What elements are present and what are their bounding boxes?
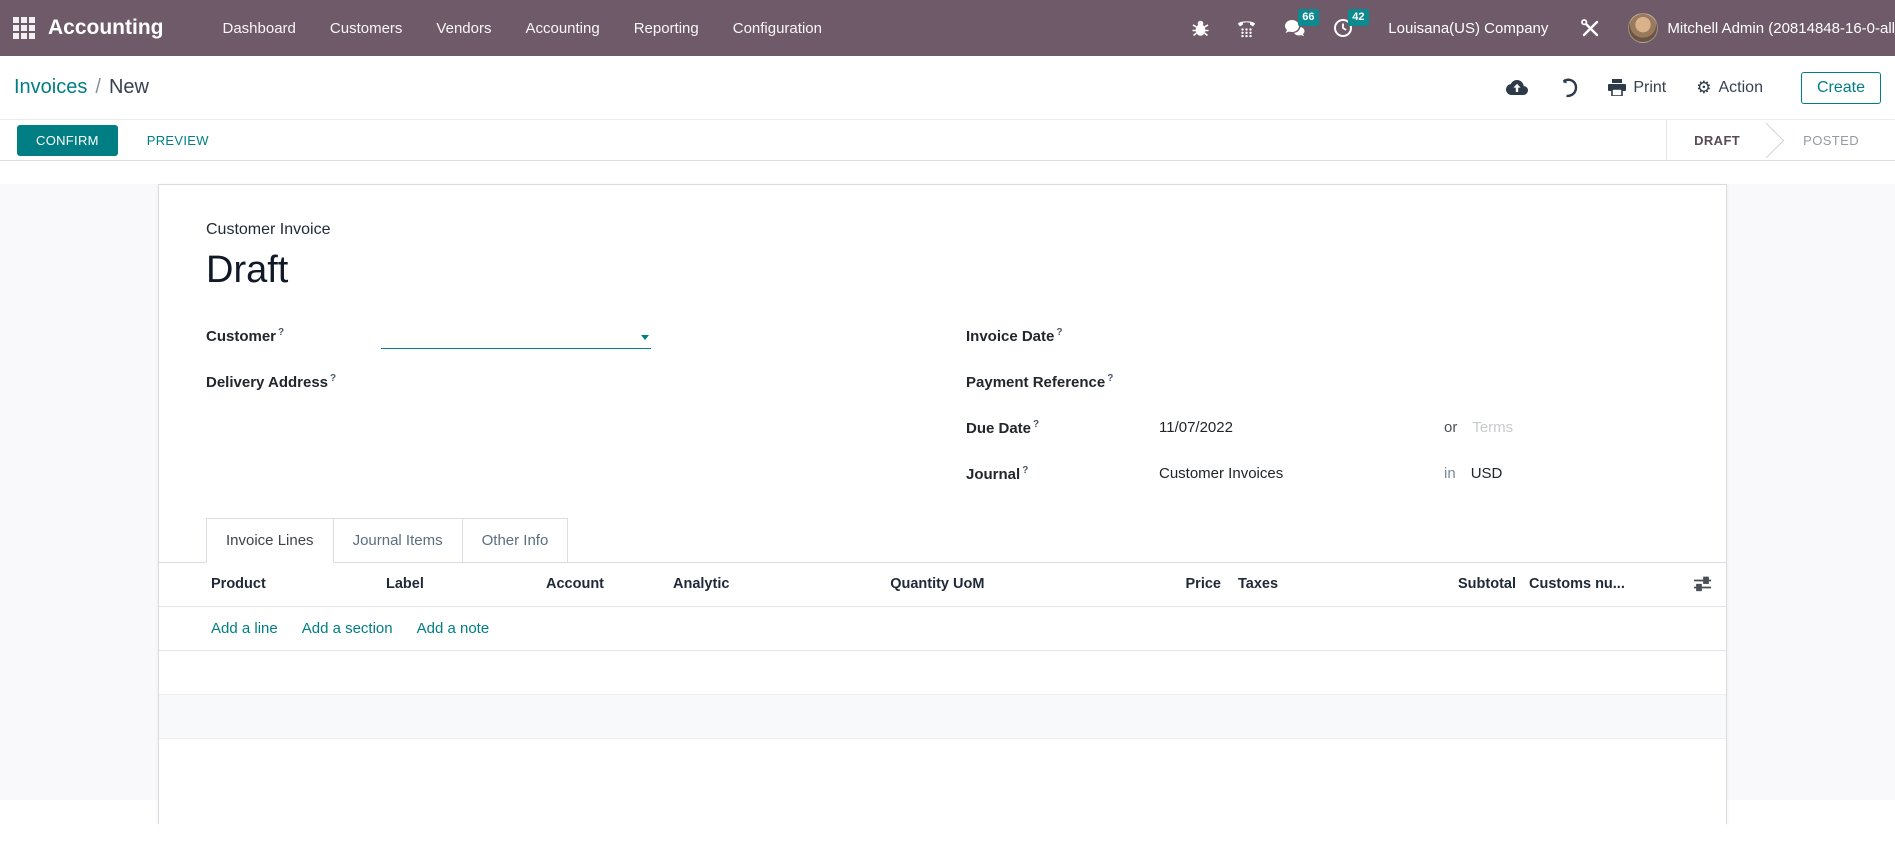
menu-customers[interactable]: Customers xyxy=(313,0,420,56)
top-navbar: Accounting Dashboard Customers Vendors A… xyxy=(0,0,1895,56)
app-name[interactable]: Accounting xyxy=(48,16,164,40)
control-panel-actions: Print ⚙ Action Create xyxy=(1476,72,1881,104)
customer-input[interactable] xyxy=(381,327,651,349)
due-date-label: Due Date? xyxy=(966,419,1159,437)
voip-phone-icon[interactable] xyxy=(1223,0,1270,56)
user-menu[interactable]: Mitchell Admin (20814848-16-0-all xyxy=(1667,20,1895,37)
in-text: in xyxy=(1444,465,1456,482)
discard-undo-icon[interactable] xyxy=(1558,78,1578,98)
col-product[interactable]: Product xyxy=(159,576,386,592)
breadcrumb-separator: / xyxy=(95,76,101,99)
optional-columns-sliders-icon[interactable] xyxy=(1679,576,1726,592)
breadcrumb-current: New xyxy=(109,76,149,99)
notebook-tabs: Invoice Lines Journal Items Other Info xyxy=(159,518,1726,563)
activities-count-badge[interactable]: 42 xyxy=(1348,9,1368,26)
apps-grid-icon[interactable] xyxy=(13,17,35,39)
navbar-systray: 66 42 Louisana(US) Company Mitchell Admi… xyxy=(1178,0,1895,56)
col-quantity[interactable]: Quantity xyxy=(843,576,949,592)
currency-value[interactable]: USD xyxy=(1471,465,1503,482)
messages-icon[interactable]: 66 xyxy=(1270,0,1320,56)
breadcrumb: Invoices / New xyxy=(14,76,149,99)
menu-vendors[interactable]: Vendors xyxy=(419,0,508,56)
control-panel: Invoices / New Print ⚙ Actio xyxy=(0,56,1895,119)
help-marker: ? xyxy=(278,327,284,338)
empty-line-row xyxy=(159,695,1726,739)
menu-accounting[interactable]: Accounting xyxy=(508,0,616,56)
statusbar: CONFIRM PREVIEW DRAFT POSTED xyxy=(0,119,1895,161)
tab-journal-items[interactable]: Journal Items xyxy=(333,518,463,562)
lines-table-header: Product Label Account Analytic Quantity … xyxy=(159,563,1726,607)
terms-placeholder[interactable]: Terms xyxy=(1472,419,1513,436)
invoice-date-label: Invoice Date? xyxy=(966,327,1159,345)
gear-icon: ⚙ xyxy=(1696,79,1711,96)
col-uom[interactable]: UoM xyxy=(949,576,1039,592)
preview-button[interactable]: PREVIEW xyxy=(137,125,219,156)
col-subtotal[interactable]: Subtotal xyxy=(1359,576,1516,592)
help-marker: ? xyxy=(330,373,336,384)
menu-configuration[interactable]: Configuration xyxy=(716,0,839,56)
menu-dashboard[interactable]: Dashboard xyxy=(206,0,313,56)
document-type-label: Customer Invoice xyxy=(206,221,1726,239)
print-button[interactable]: Print xyxy=(1608,79,1666,97)
dropdown-caret-icon[interactable] xyxy=(641,335,649,344)
col-customs-number[interactable]: Customs nu... xyxy=(1516,576,1679,592)
add-a-note-link[interactable]: Add a note xyxy=(417,620,490,637)
col-analytic[interactable]: Analytic xyxy=(673,576,843,592)
or-text: or xyxy=(1444,419,1457,436)
add-a-section-link[interactable]: Add a section xyxy=(302,620,393,637)
payment-reference-label: Payment Reference? xyxy=(966,373,1159,391)
activities-clock-icon[interactable]: 42 xyxy=(1320,0,1366,56)
col-taxes[interactable]: Taxes xyxy=(1221,576,1359,592)
tab-other-info[interactable]: Other Info xyxy=(462,518,569,562)
delivery-address-label: Delivery Address? xyxy=(206,373,381,391)
printer-icon xyxy=(1608,79,1626,96)
help-marker: ? xyxy=(1022,465,1028,476)
menu-reporting[interactable]: Reporting xyxy=(617,0,716,56)
field-groups: Customer? Delivery Address? Invoice Date… xyxy=(159,327,1726,511)
col-price[interactable]: Price xyxy=(1039,576,1221,592)
create-button[interactable]: Create xyxy=(1801,72,1881,104)
add-a-line-link[interactable]: Add a line xyxy=(211,620,278,637)
bug-icon[interactable] xyxy=(1178,0,1223,56)
help-marker: ? xyxy=(1056,327,1062,338)
customer-label: Customer? xyxy=(206,327,381,345)
form-view: Customer Invoice Draft Customer? Deliver… xyxy=(0,184,1895,800)
tab-invoice-lines[interactable]: Invoice Lines xyxy=(206,518,334,563)
state-step-draft[interactable]: DRAFT xyxy=(1667,120,1767,160)
help-marker: ? xyxy=(1107,373,1113,384)
messages-count-badge[interactable]: 66 xyxy=(1298,9,1318,26)
avatar[interactable] xyxy=(1628,13,1658,43)
confirm-button[interactable]: CONFIRM xyxy=(17,125,118,156)
action-button[interactable]: ⚙ Action xyxy=(1696,79,1763,97)
col-label[interactable]: Label xyxy=(386,576,546,592)
state-step-posted[interactable]: POSTED xyxy=(1767,120,1886,160)
save-cloud-upload-icon[interactable] xyxy=(1506,79,1528,97)
print-label: Print xyxy=(1633,79,1666,97)
state-steps: DRAFT POSTED xyxy=(1666,120,1886,160)
help-marker: ? xyxy=(1033,419,1039,430)
col-account[interactable]: Account xyxy=(546,576,673,592)
due-date-value[interactable]: 11/07/2022 xyxy=(1159,419,1444,436)
invoice-sheet: Customer Invoice Draft Customer? Deliver… xyxy=(158,184,1727,824)
journal-label: Journal? xyxy=(966,465,1159,483)
breadcrumb-invoices-link[interactable]: Invoices xyxy=(14,76,87,99)
empty-line-row xyxy=(159,651,1726,695)
action-label: Action xyxy=(1719,79,1763,97)
add-links-row: Add a line Add a section Add a note xyxy=(159,607,1726,651)
company-switcher[interactable]: Louisana(US) Company xyxy=(1388,20,1548,37)
empty-line-row xyxy=(159,739,1726,859)
journal-value[interactable]: Customer Invoices xyxy=(1159,465,1444,482)
tools-icon[interactable] xyxy=(1567,0,1614,56)
invoice-state-title: Draft xyxy=(206,247,1726,295)
main-menu: Dashboard Customers Vendors Accounting R… xyxy=(206,0,839,56)
